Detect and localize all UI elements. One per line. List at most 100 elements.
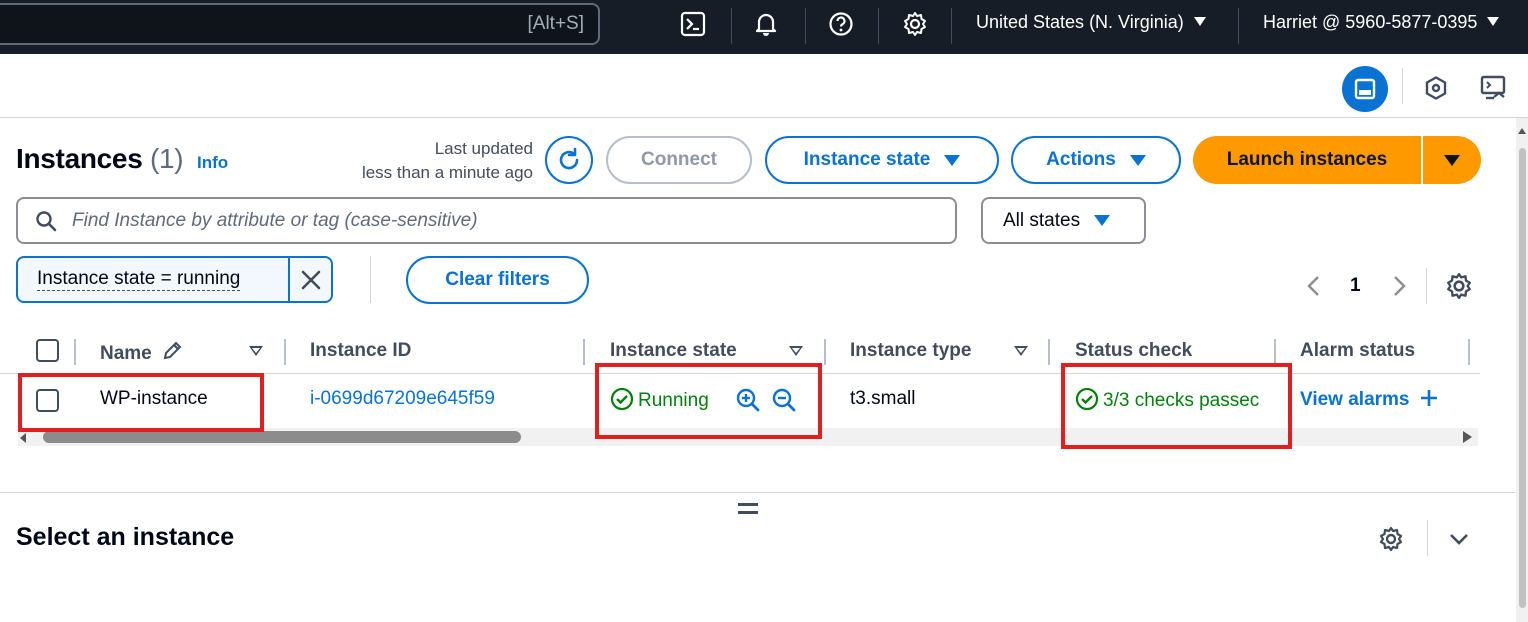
annotation-highlight-status-check bbox=[1061, 363, 1292, 449]
state-filter-value: All states bbox=[1003, 209, 1081, 231]
region-selector[interactable]: United States (N. Virginia) bbox=[976, 12, 1206, 33]
instance-type-value: t3.small bbox=[850, 388, 916, 409]
previous-page-button[interactable] bbox=[1304, 274, 1324, 303]
nav-divider bbox=[1238, 8, 1239, 44]
column-divider bbox=[824, 339, 826, 365]
table-preferences-button[interactable] bbox=[1445, 272, 1473, 305]
split-panel-preferences-button[interactable] bbox=[1378, 526, 1404, 557]
help-icon[interactable] bbox=[827, 10, 855, 38]
chevron-down-icon bbox=[1450, 534, 1468, 545]
filter-divider bbox=[370, 256, 371, 303]
column-divider bbox=[1274, 339, 1276, 365]
scroll-right-arrow-icon[interactable] bbox=[1463, 431, 1472, 443]
top-navigation: [Alt+S] United States (N. Virginia) Harr… bbox=[0, 0, 1528, 54]
pager-divider bbox=[1426, 268, 1427, 304]
column-header-label: Name bbox=[100, 343, 152, 364]
search-icon bbox=[36, 211, 57, 232]
connect-button[interactable]: Connect bbox=[606, 136, 752, 184]
sort-icon[interactable] bbox=[789, 346, 803, 356]
chevron-down-icon bbox=[944, 154, 961, 166]
instance-state-label: Instance state bbox=[803, 149, 931, 170]
nav-divider bbox=[878, 8, 879, 44]
chevron-down-icon bbox=[1444, 154, 1460, 166]
filter-token-label[interactable]: Instance state = running bbox=[18, 258, 288, 301]
search-input[interactable] bbox=[72, 207, 932, 235]
secondary-toolbar bbox=[0, 54, 1528, 118]
instance-count: (1) bbox=[149, 143, 184, 174]
instance-state-dropdown-button[interactable]: Instance state bbox=[765, 136, 999, 184]
column-divider bbox=[284, 339, 286, 365]
annotation-highlight-state bbox=[595, 363, 822, 439]
view-alarms-link[interactable]: View alarms bbox=[1300, 388, 1439, 411]
launch-instances-button[interactable]: Launch instances bbox=[1193, 136, 1423, 184]
search-shortcut-hint: [Alt+S] bbox=[527, 13, 585, 34]
column-header-status-check[interactable]: Status check bbox=[1075, 340, 1192, 362]
column-header-instance-state[interactable]: Instance state bbox=[610, 340, 737, 362]
account-menu[interactable]: Harriet @ 5960-5877-0395 bbox=[1263, 12, 1500, 33]
actions-dropdown-button[interactable]: Actions bbox=[1011, 136, 1181, 184]
view-alarms-label: View alarms bbox=[1300, 389, 1410, 410]
select-all-checkbox[interactable] bbox=[36, 339, 59, 362]
panel-icon bbox=[1354, 78, 1376, 100]
column-header-instance-id[interactable]: Instance ID bbox=[310, 340, 411, 362]
collapse-split-panel-button[interactable] bbox=[1447, 527, 1471, 556]
clear-filters-label: Clear filters bbox=[445, 269, 550, 290]
next-page-button[interactable] bbox=[1389, 274, 1409, 303]
launch-instances-split-button: Launch instances bbox=[1193, 136, 1481, 184]
annotation-highlight-name bbox=[18, 373, 264, 432]
sort-icon[interactable] bbox=[1014, 346, 1028, 356]
chevron-down-icon bbox=[1487, 17, 1500, 26]
refresh-button[interactable] bbox=[545, 136, 593, 184]
last-updated-line1: Last updated bbox=[434, 139, 533, 158]
column-divider bbox=[583, 339, 585, 365]
split-panel-toggle-button[interactable] bbox=[1342, 66, 1388, 112]
instance-id-link[interactable]: i-0699d67209e645f59 bbox=[310, 388, 495, 410]
filter-token-remove-button[interactable] bbox=[288, 258, 331, 301]
filter-token: Instance state = running bbox=[16, 256, 333, 303]
scroll-up-arrow-icon[interactable] bbox=[1518, 128, 1526, 134]
cloudshell-icon[interactable] bbox=[679, 10, 707, 38]
account-label: Harriet @ 5960-5877-0395 bbox=[1263, 12, 1478, 32]
info-link[interactable]: Info bbox=[197, 153, 228, 173]
hexagon-icon[interactable] bbox=[1422, 74, 1450, 102]
split-panel-title: Select an instance bbox=[16, 523, 235, 551]
column-divider bbox=[1468, 339, 1470, 365]
scrollbar-thumb[interactable] bbox=[1519, 148, 1526, 608]
sort-icon[interactable] bbox=[249, 346, 263, 356]
refresh-icon bbox=[559, 147, 579, 170]
actions-label: Actions bbox=[1046, 149, 1116, 170]
nav-divider bbox=[731, 8, 732, 44]
clear-filters-button[interactable]: Clear filters bbox=[406, 256, 589, 304]
scroll-left-arrow-icon[interactable] bbox=[20, 433, 26, 443]
region-label: United States (N. Virginia) bbox=[976, 12, 1184, 32]
column-header-instance-type[interactable]: Instance type bbox=[850, 340, 971, 362]
gear-icon[interactable] bbox=[901, 10, 929, 38]
state-filter-select[interactable]: All states bbox=[981, 197, 1146, 244]
close-icon bbox=[301, 270, 320, 289]
last-updated-text: Last updated less than a minute ago bbox=[330, 137, 533, 185]
chevron-left-icon bbox=[1307, 276, 1319, 296]
chevron-right-icon bbox=[1394, 276, 1406, 296]
connect-label: Connect bbox=[641, 149, 717, 170]
column-header-alarm-status[interactable]: Alarm status bbox=[1300, 340, 1415, 362]
console-screen-icon[interactable] bbox=[1480, 74, 1508, 102]
chevron-down-icon bbox=[1129, 154, 1146, 166]
nav-divider bbox=[951, 8, 952, 44]
resize-handle-icon[interactable] bbox=[738, 503, 758, 519]
launch-options-dropdown[interactable] bbox=[1423, 136, 1481, 184]
chevron-down-icon bbox=[1094, 215, 1111, 226]
scrollbar-thumb[interactable] bbox=[43, 431, 521, 443]
page-title-text: Instances bbox=[16, 143, 143, 174]
plus-icon bbox=[1420, 390, 1437, 406]
global-search-input[interactable]: [Alt+S] bbox=[0, 3, 600, 45]
chevron-down-icon bbox=[1193, 17, 1206, 26]
bell-icon[interactable] bbox=[752, 10, 780, 38]
gear-icon bbox=[1379, 526, 1403, 552]
split-panel-divider bbox=[0, 492, 1515, 493]
column-divider bbox=[1048, 339, 1050, 365]
vertical-scrollbar[interactable] bbox=[1516, 118, 1528, 622]
current-page-number[interactable]: 1 bbox=[1350, 275, 1361, 297]
column-header-name[interactable]: Name bbox=[100, 340, 183, 365]
pencil-icon bbox=[163, 341, 182, 360]
gear-icon bbox=[1447, 272, 1471, 300]
